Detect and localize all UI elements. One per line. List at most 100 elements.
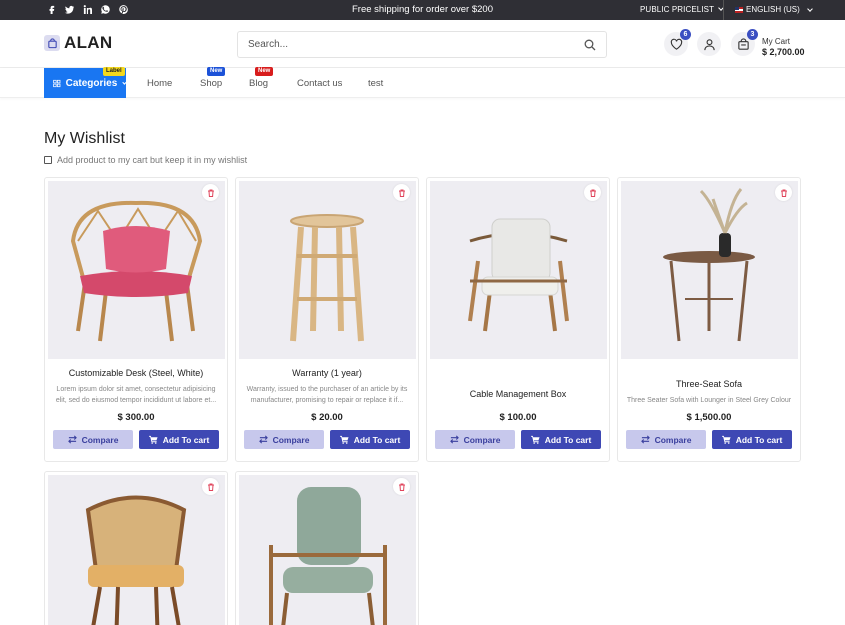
product-name[interactable]: Three-Seat Sofa xyxy=(618,379,800,389)
cart-icon xyxy=(737,37,749,50)
keep-in-wishlist-option[interactable]: Add product to my cart but keep it in my… xyxy=(44,155,247,165)
cart-icon xyxy=(721,435,731,444)
compare-button[interactable]: Compare xyxy=(435,430,515,449)
cane-chair-image xyxy=(85,495,187,625)
cart-count-badge: 3 xyxy=(747,29,758,40)
product-name[interactable]: Cable Management Box xyxy=(427,389,609,399)
blog-new-tag: New xyxy=(255,67,274,76)
trash-icon xyxy=(398,189,405,197)
top-bar: Free shipping for order over $200 PUBLIC… xyxy=(0,0,845,20)
product-image[interactable] xyxy=(48,181,225,359)
add-to-cart-label: Add To cart xyxy=(735,434,783,445)
cart-summary[interactable]: My Cart $ 2,700.00 xyxy=(762,36,805,58)
remove-from-wishlist-button[interactable] xyxy=(393,478,410,495)
lounge-chair-image xyxy=(269,487,387,625)
product-price: $ 100.00 xyxy=(499,412,537,423)
categories-label: Categories xyxy=(65,77,118,89)
product-price: $ 20.00 xyxy=(311,412,343,423)
product-image[interactable] xyxy=(48,475,225,625)
rattan-chair-image xyxy=(70,200,203,342)
language-label: ENGLISH (US) xyxy=(746,5,800,14)
compare-button[interactable]: Compare xyxy=(626,430,706,449)
wishlist-card xyxy=(235,471,419,625)
trash-icon xyxy=(780,189,787,197)
keep-in-wishlist-checkbox[interactable] xyxy=(44,156,52,164)
compare-button[interactable]: Compare xyxy=(53,430,133,449)
product-name[interactable]: Warranty (1 year) xyxy=(236,368,418,378)
product-image[interactable] xyxy=(239,475,416,625)
wishlist-button[interactable]: 6 xyxy=(664,29,691,56)
categories-tag: Label xyxy=(103,67,125,76)
compare-arrows-icon xyxy=(67,435,77,444)
product-description: Warranty, issued to the purchaser of an … xyxy=(246,386,408,404)
pricelist-dropdown[interactable]: PUBLIC PRICELIST xyxy=(640,5,724,14)
topbar-divider xyxy=(723,0,724,20)
trash-icon xyxy=(207,189,214,197)
compare-button[interactable]: Compare xyxy=(244,430,324,449)
header: ALAN 6 3 My Cart $ 2,700.00 xyxy=(0,20,845,68)
search-icon[interactable] xyxy=(584,39,596,51)
product-price: $ 1,500.00 xyxy=(686,412,732,423)
nav-item-test[interactable]: test xyxy=(368,78,383,89)
compare-arrows-icon xyxy=(449,435,459,444)
product-price: $ 300.00 xyxy=(117,412,155,423)
remove-from-wishlist-button[interactable] xyxy=(202,478,219,495)
add-to-cart-button[interactable]: Add To cart xyxy=(521,430,601,449)
account-button[interactable] xyxy=(697,32,721,56)
product-image[interactable] xyxy=(430,181,607,359)
nav-item-home[interactable]: Home xyxy=(147,78,172,89)
user-icon xyxy=(703,38,715,50)
wishlist-card xyxy=(44,471,228,625)
cart-icon xyxy=(339,435,349,444)
logo[interactable]: ALAN xyxy=(44,33,112,53)
language-dropdown[interactable]: ENGLISH (US) xyxy=(735,5,813,14)
remove-from-wishlist-button[interactable] xyxy=(202,184,219,201)
product-image[interactable] xyxy=(239,181,416,359)
wishlist-card: Warranty (1 year) Warranty, issued to th… xyxy=(235,177,419,462)
product-image[interactable] xyxy=(621,181,798,359)
add-to-cart-label: Add To cart xyxy=(162,434,210,445)
add-to-cart-label: Add To cart xyxy=(353,434,401,445)
cart-label: My Cart xyxy=(762,37,790,46)
armchair-image xyxy=(468,218,569,332)
add-to-cart-button[interactable]: Add To cart xyxy=(330,430,410,449)
chevron-down-icon xyxy=(806,5,813,12)
side-table-image xyxy=(663,188,755,342)
trash-icon xyxy=(589,189,596,197)
wishlist-card: Customizable Desk (Steel, White) Lorem i… xyxy=(44,177,228,462)
shopping-bag-icon xyxy=(44,35,60,51)
cart-button[interactable]: 3 xyxy=(731,29,758,56)
cart-icon xyxy=(530,435,540,444)
shop-new-tag: New xyxy=(207,67,226,76)
compare-label: Compare xyxy=(272,434,310,445)
nav-item-shop[interactable]: Shop xyxy=(200,78,222,89)
main-nav: Categories Label Home Shop New Blog New … xyxy=(0,67,845,98)
cart-total: $ 2,700.00 xyxy=(762,47,805,57)
nav-item-blog[interactable]: Blog xyxy=(249,78,268,89)
wishlist-count-badge: 6 xyxy=(680,29,691,40)
add-to-cart-button[interactable]: Add To cart xyxy=(139,430,219,449)
add-to-cart-label: Add To cart xyxy=(544,434,592,445)
trash-icon xyxy=(398,483,405,491)
remove-from-wishlist-button[interactable] xyxy=(584,184,601,201)
remove-from-wishlist-button[interactable] xyxy=(393,184,410,201)
compare-arrows-icon xyxy=(640,435,650,444)
chevron-down-icon xyxy=(122,79,127,85)
product-name[interactable]: Customizable Desk (Steel, White) xyxy=(45,368,227,378)
heart-icon xyxy=(670,38,682,50)
search-box xyxy=(237,31,607,58)
us-flag-icon xyxy=(735,6,743,13)
pricelist-label: PUBLIC PRICELIST xyxy=(640,5,715,14)
page-title: My Wishlist xyxy=(44,130,125,147)
add-to-cart-button[interactable]: Add To cart xyxy=(712,430,792,449)
nav-item-contact[interactable]: Contact us xyxy=(297,78,342,89)
wishlist-card: Three-Seat Sofa Three Seater Sofa with L… xyxy=(617,177,801,462)
search-input[interactable] xyxy=(248,39,584,50)
product-description: Lorem ipsum dolor sit amet, consectetur … xyxy=(55,386,217,404)
compare-arrows-icon xyxy=(258,435,268,444)
compare-label: Compare xyxy=(81,434,119,445)
compare-label: Compare xyxy=(654,434,692,445)
remove-from-wishlist-button[interactable] xyxy=(775,184,792,201)
wishlist-card: Cable Management Box $ 100.00 Compare Ad… xyxy=(426,177,610,462)
product-description: Three Seater Sofa with Lounger in Steel … xyxy=(626,397,792,404)
